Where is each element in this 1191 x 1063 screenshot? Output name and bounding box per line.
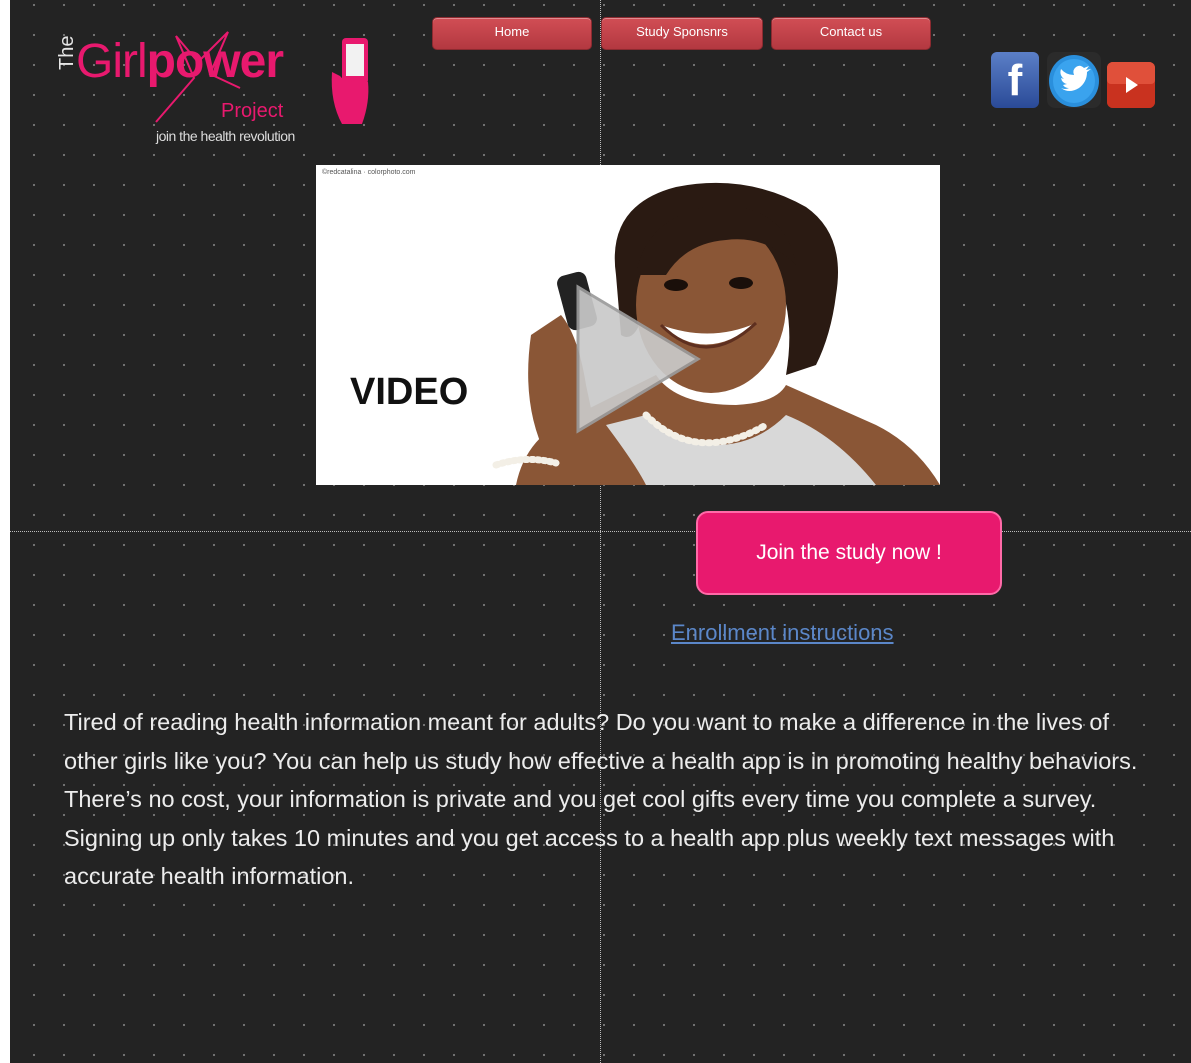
logo-tagline: join the health revolution [156, 128, 295, 144]
youtube-icon[interactable] [1107, 62, 1155, 108]
video-player[interactable]: ©redcatalina · colorphoto.com VIDEO [316, 165, 940, 485]
join-study-button[interactable]: Join the study now ! [696, 511, 1002, 595]
facebook-icon[interactable]: f [991, 52, 1039, 108]
play-icon[interactable] [572, 283, 702, 435]
enrollment-instructions-link[interactable]: Enrollment instructions [671, 620, 894, 646]
logo-word-project: Project [221, 100, 284, 122]
logo-word-power: power [146, 35, 284, 88]
page-canvas: Home Study Sponsnrs Contact us The Girlp… [10, 0, 1191, 1063]
nav-contact-button[interactable]: Contact us [771, 17, 931, 50]
video-label: VIDEO [350, 371, 469, 413]
phone-in-hand-icon [331, 38, 369, 124]
girlpower-logo[interactable]: The Girlpower Project join the health re… [46, 30, 376, 160]
horizontal-guide-line [10, 531, 1191, 532]
logo-word-girl: Girl [76, 35, 148, 88]
facebook-letter: f [1007, 56, 1023, 105]
nav-home-button[interactable]: Home [432, 17, 592, 50]
nav-study-sponsors-button[interactable]: Study Sponsnrs [601, 17, 763, 50]
intro-paragraph: Tired of reading health information mean… [64, 709, 1138, 889]
twitter-icon[interactable] [1047, 52, 1101, 108]
logo-wordmark: Girlpower [76, 34, 284, 89]
